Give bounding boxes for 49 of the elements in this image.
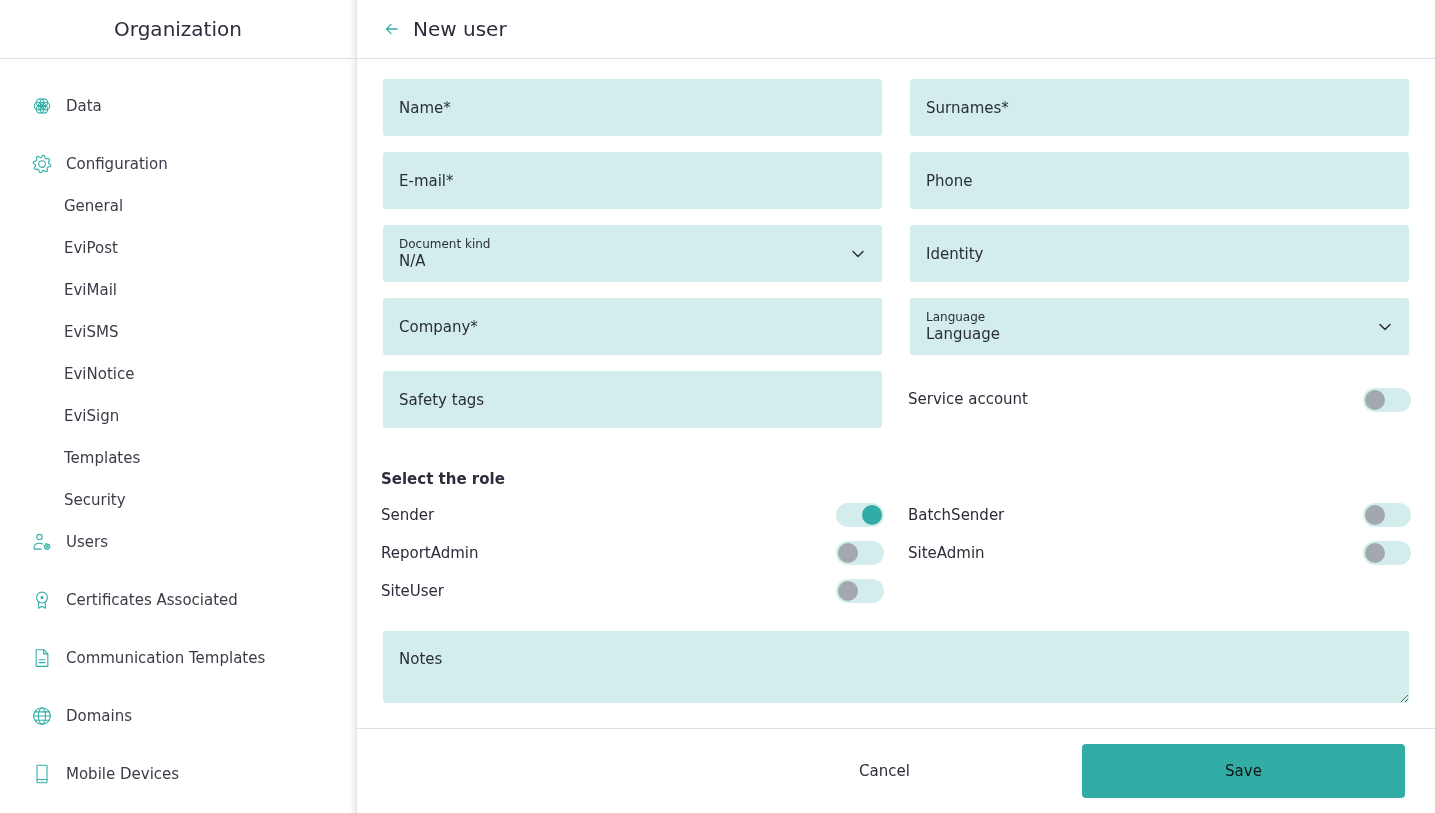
sidebar-title: Organization bbox=[114, 16, 242, 43]
cancel-button[interactable]: Cancel bbox=[723, 744, 1046, 798]
sidebar-item[interactable]: Configuration bbox=[32, 143, 168, 185]
switch-label: SiteAdmin bbox=[908, 542, 985, 564]
input-field[interactable]: Name* bbox=[383, 79, 882, 136]
user-gear-icon bbox=[32, 532, 52, 552]
notes-field[interactable]: Notes bbox=[383, 631, 1409, 703]
gear-icon bbox=[32, 154, 52, 174]
sidebar-item[interactable]: Mobile Devices bbox=[32, 753, 180, 795]
toggle-switch[interactable] bbox=[1363, 541, 1411, 565]
input-field[interactable]: Surnames* bbox=[910, 79, 1409, 136]
toggle-switch[interactable] bbox=[1363, 387, 1411, 412]
sidebar-item[interactable]: Users bbox=[32, 521, 108, 563]
sidebar-subitem[interactable]: EviSMS bbox=[64, 311, 119, 353]
flower-icon bbox=[32, 96, 52, 116]
sidebar-item[interactable]: Communication Templates bbox=[32, 637, 266, 679]
input-field[interactable]: Company* bbox=[383, 298, 882, 355]
switch-label: BatchSender bbox=[908, 504, 1005, 526]
sidebar-subitem[interactable]: EviMail bbox=[64, 269, 117, 311]
back-arrow-icon[interactable] bbox=[385, 23, 398, 35]
page-title: New user bbox=[413, 16, 507, 43]
sidebar-subitem[interactable]: EviSign bbox=[64, 395, 120, 437]
toggle-switch[interactable] bbox=[836, 503, 884, 527]
input-field[interactable]: Phone bbox=[910, 152, 1409, 209]
switch-label: SiteUser bbox=[381, 580, 444, 602]
toggle-switch[interactable] bbox=[1363, 503, 1411, 527]
globe-icon bbox=[32, 706, 52, 726]
sidebar-subitem[interactable]: Templates bbox=[64, 437, 141, 479]
sidebar-item[interactable]: Certificates Associated bbox=[32, 579, 238, 621]
switch-label: Service account bbox=[908, 389, 1028, 411]
sidebar-item[interactable]: Data bbox=[32, 85, 102, 127]
toggle-switch[interactable] bbox=[836, 541, 884, 565]
chevron-down-icon bbox=[852, 249, 864, 258]
save-button[interactable]: Save bbox=[1082, 744, 1405, 798]
sidebar-subitem[interactable]: General bbox=[64, 185, 124, 227]
input-field[interactable]: E-mail* bbox=[383, 152, 882, 209]
sidebar-subitem[interactable]: EviNotice bbox=[64, 353, 135, 395]
section-title: Select the role bbox=[381, 469, 506, 489]
select-field[interactable]: Document kind N/A bbox=[383, 225, 882, 282]
sidebar-item[interactable]: Domains bbox=[32, 695, 133, 737]
toggle-switch[interactable] bbox=[836, 579, 884, 603]
chevron-down-icon bbox=[1379, 322, 1391, 331]
switch-label: Sender bbox=[381, 504, 435, 526]
input-field[interactable]: Identity bbox=[910, 225, 1409, 282]
sidebar-subitem[interactable]: EviPost bbox=[64, 227, 118, 269]
select-field[interactable]: Language Language bbox=[910, 298, 1409, 355]
input-field[interactable]: Safety tags bbox=[383, 371, 882, 428]
switch-label: ReportAdmin bbox=[381, 542, 479, 564]
sidebar-subitem[interactable]: Security bbox=[64, 479, 126, 521]
